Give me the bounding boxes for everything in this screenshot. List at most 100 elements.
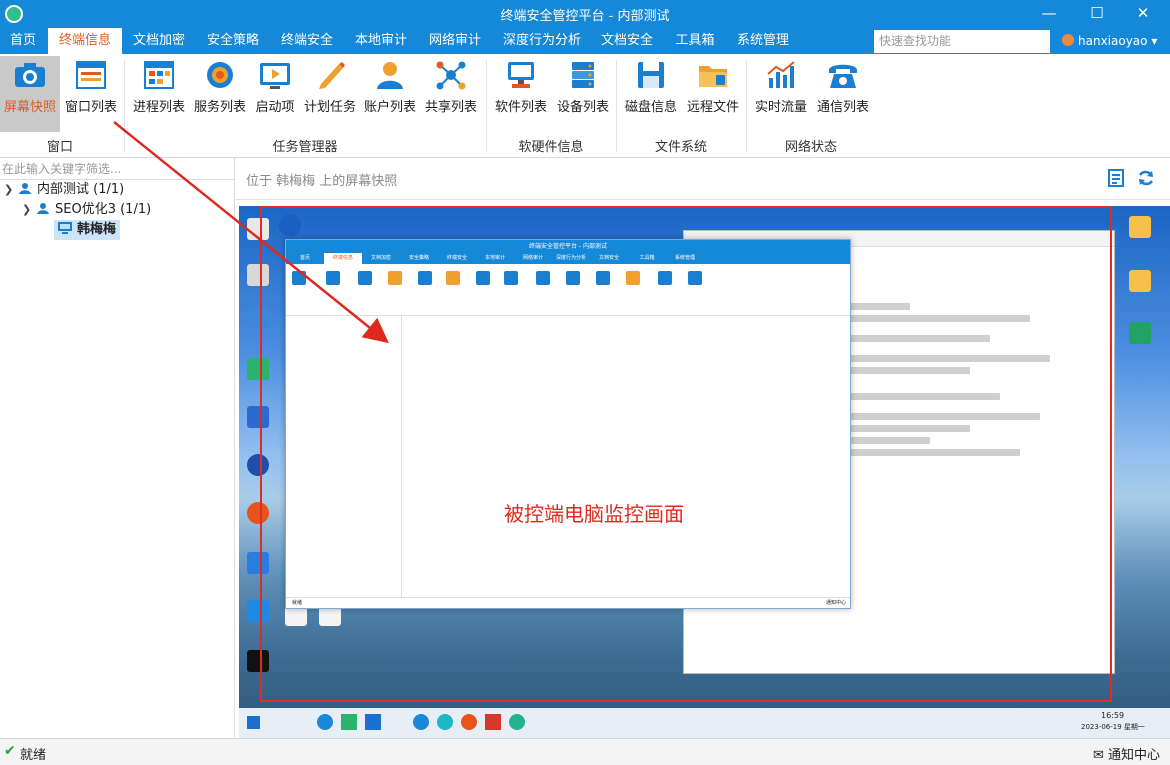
realtime-traffic-label: 实时流量 — [754, 100, 807, 115]
process-list-label: 进程列表 — [132, 100, 185, 115]
menu-doc-security[interactable]: 文档安全 — [592, 28, 662, 54]
status-ready-text: 就绪 — [20, 748, 47, 763]
screen-snapshot-label: 屏幕快照 — [3, 100, 56, 115]
account-list-button[interactable]: 账户列表 — [362, 56, 418, 132]
tree-node-root[interactable]: ❯ 内部测试 (1/1) — [4, 180, 124, 200]
software-list-icon — [508, 62, 534, 88]
menu-doc-encrypt[interactable]: 文档加密 — [124, 28, 194, 54]
taskbar-app-icon — [413, 714, 429, 730]
tree-node-group[interactable]: ❯ SEO优化3 (1/1) — [22, 200, 151, 220]
windows-start-icon — [247, 716, 260, 729]
ribbon-toolbar: 屏幕快照 窗口列表 进程列表 服务列表 启动项 计划任务 账户列表 共享列表 软… — [0, 54, 1170, 158]
remote-file-icon — [699, 66, 727, 87]
highlight-rectangle — [260, 206, 1112, 702]
desktop-icon — [1129, 270, 1151, 292]
ribbon-separator — [486, 60, 487, 152]
service-list-button[interactable]: 服务列表 — [192, 56, 248, 132]
menu-terminal-security[interactable]: 终端安全 — [272, 28, 342, 54]
screen-snapshot-button[interactable]: 屏幕快照 — [0, 56, 60, 132]
chevron-down-icon: ▾ — [1151, 34, 1158, 48]
remote-file-label: 远程文件 — [686, 100, 739, 115]
service-list-icon — [207, 62, 233, 88]
software-list-button[interactable]: 软件列表 — [492, 56, 550, 132]
notification-center-label: 通知中心 — [1107, 748, 1160, 763]
scheduled-task-button[interactable]: 计划任务 — [302, 56, 358, 132]
minimize-button[interactable]: — — [1026, 0, 1072, 28]
share-list-button[interactable]: 共享列表 — [422, 56, 480, 132]
terminal-tree-panel: 在此输入关键字筛选... ❯ 内部测试 (1/1) ❯ SEO优化3 (1/1) 韩… — [0, 158, 235, 738]
menu-home[interactable]: 首页 — [0, 28, 46, 54]
realtime-traffic-button[interactable]: 实时流量 — [752, 56, 810, 132]
quick-search-input[interactable]: 快速查找功能 — [874, 30, 1050, 53]
menu-system-manage[interactable]: 系统管理 — [728, 28, 798, 54]
taskbar-app-icon — [341, 714, 357, 730]
refresh-icon[interactable] — [1136, 168, 1156, 188]
taskbar-clock-time: 16:59 — [1101, 711, 1125, 720]
software-list-label: 软件列表 — [494, 100, 547, 115]
device-list-icon — [572, 62, 594, 88]
menu-local-audit[interactable]: 本地审计 — [346, 28, 416, 54]
ribbon-separator — [124, 60, 125, 152]
taskbar-clock-date: 2023-06-19 星期一 — [1081, 723, 1145, 731]
startup-label: 启动项 — [255, 100, 295, 115]
menu-network-audit[interactable]: 网络审计 — [420, 28, 490, 54]
scheduled-task-label: 计划任务 — [303, 100, 356, 115]
window-list-icon — [76, 61, 106, 89]
group-window-label: 窗口 — [46, 140, 73, 155]
camera-icon — [15, 63, 45, 87]
chevron-down-icon[interactable]: ❯ — [22, 200, 36, 220]
tree-filter-input[interactable]: 在此输入关键字筛选... — [0, 158, 234, 180]
group-icon — [37, 203, 49, 214]
share-list-icon — [436, 61, 466, 90]
process-list-icon — [144, 61, 174, 89]
user-menu[interactable]: hanxiaoyao ▾ — [1062, 28, 1157, 54]
taskbar-app-icon — [485, 714, 501, 730]
startup-button[interactable]: 启动项 — [252, 56, 298, 132]
comm-list-button[interactable]: 通信列表 — [814, 56, 872, 132]
remote-taskbar: 16:59 2023-06-19 星期一 — [239, 708, 1170, 738]
window-list-button[interactable]: 窗口列表 — [62, 56, 120, 132]
tree-group-label: SEO优化3 (1/1) — [55, 202, 152, 217]
process-list-button[interactable]: 进程列表 — [130, 56, 188, 132]
device-list-button[interactable]: 设备列表 — [554, 56, 612, 132]
status-bar: ✔ 就绪 ✉ 通知中心 — [0, 738, 1170, 765]
user-icon — [1062, 34, 1074, 46]
chevron-down-icon[interactable]: ❯ — [4, 180, 18, 200]
main-menu: 首页 终端信息 文档加密 安全策略 终端安全 本地审计 网络审计 深度行为分析 … — [0, 28, 1170, 54]
notification-center-button[interactable]: ✉ 通知中心 — [1093, 744, 1160, 763]
ribbon-separator — [616, 60, 617, 152]
window-list-label: 窗口列表 — [64, 100, 117, 115]
tree-root-label: 内部测试 (1/1) — [37, 182, 125, 197]
taskbar-app-icon — [509, 714, 525, 730]
taskbar-app-icon — [365, 714, 381, 730]
desktop-icon — [1129, 216, 1151, 238]
taskbar-app-icon — [317, 714, 333, 730]
group-hw-sw-label: 软硬件信息 — [518, 140, 584, 155]
group-network-label: 网络状态 — [784, 140, 837, 155]
traffic-icon — [767, 61, 795, 88]
scheduled-task-icon — [319, 62, 345, 89]
group-filesystem-label: 文件系统 — [654, 140, 707, 155]
device-list-label: 设备列表 — [556, 100, 609, 115]
remote-file-button[interactable]: 远程文件 — [684, 56, 742, 132]
mail-icon: ✉ — [1092, 748, 1104, 763]
menu-toolbox[interactable]: 工具箱 — [666, 28, 724, 54]
disk-info-label: 磁盘信息 — [624, 100, 677, 115]
save-snapshot-icon[interactable] — [1106, 168, 1126, 188]
computer-icon — [58, 222, 72, 234]
disk-info-icon — [638, 62, 664, 88]
tree-node-computer[interactable]: 韩梅梅 — [54, 220, 121, 240]
maximize-button[interactable]: ☐ — [1074, 0, 1120, 28]
menu-behavior-analysis[interactable]: 深度行为分析 — [494, 28, 590, 54]
close-button[interactable]: ✕ — [1120, 0, 1166, 28]
snapshot-header: 位于 韩梅梅 上的屏幕快照 — [236, 158, 1170, 200]
menu-security-policy[interactable]: 安全策略 — [198, 28, 268, 54]
disk-info-button[interactable]: 磁盘信息 — [622, 56, 680, 132]
account-list-label: 账户列表 — [363, 100, 416, 115]
share-list-label: 共享列表 — [424, 100, 477, 115]
title-bar: 终端安全管控平台 - 内部测试 — ☐ ✕ — [0, 0, 1170, 28]
user-name: hanxiaoyao — [1078, 34, 1148, 48]
menu-terminal-info[interactable]: 终端信息 — [48, 28, 122, 54]
taskbar-app-icon — [461, 714, 477, 730]
account-list-icon — [377, 62, 403, 89]
